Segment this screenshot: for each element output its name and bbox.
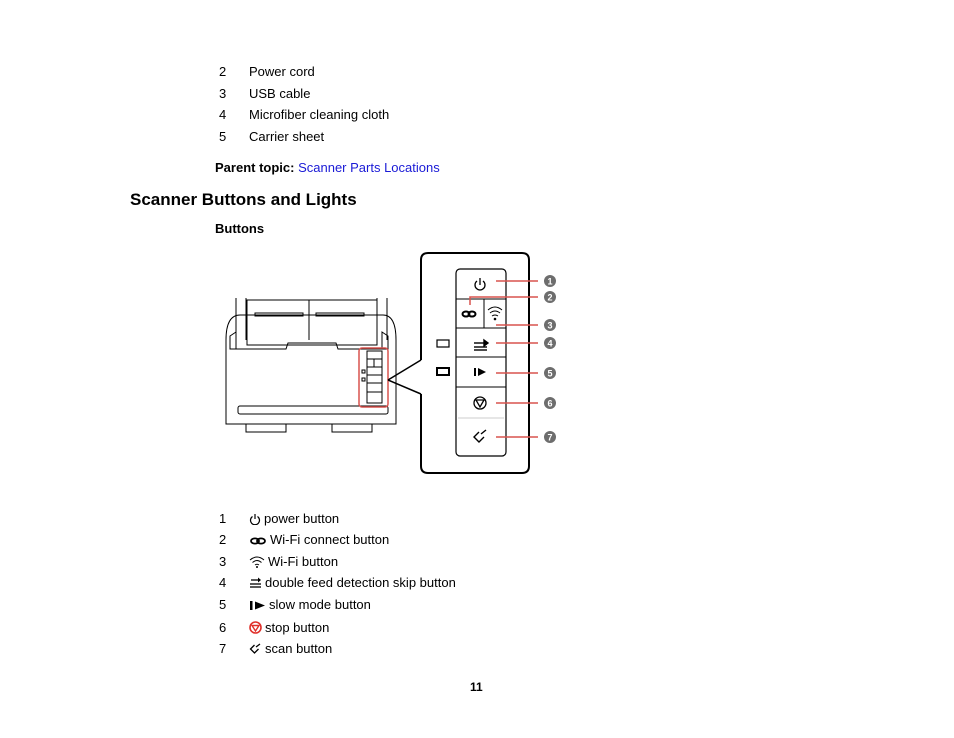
wifi-icon [249, 556, 265, 568]
double-feed-skip-icon [474, 338, 490, 351]
callout-1: 1 [544, 275, 556, 287]
callout-5: 5 [544, 367, 556, 379]
item-number: 3 [219, 554, 227, 569]
callout-4: 4 [544, 337, 556, 349]
item-label: slow mode button [269, 597, 371, 612]
svg-text:4: 4 [547, 339, 552, 349]
callout-2: 2 [544, 291, 556, 303]
wifi-connect-icon [461, 310, 477, 318]
item-number: 6 [219, 620, 227, 635]
scanner-illustration [225, 298, 422, 433]
page-number: 11 [470, 680, 483, 694]
slow-mode-icon [474, 368, 486, 376]
item-label: power button [264, 511, 340, 526]
item-label: Wi-Fi button [268, 554, 339, 569]
svg-text:7: 7 [547, 433, 552, 443]
slow-mode-icon [250, 601, 265, 610]
power-icon [474, 278, 486, 291]
svg-text:6: 6 [547, 399, 552, 409]
stop-icon [473, 396, 487, 410]
svg-text:2: 2 [547, 293, 552, 303]
callout-7: 7 [544, 431, 556, 443]
double-feed-skip-icon [250, 577, 261, 588]
power-icon [249, 514, 261, 525]
item-number: 2 [219, 532, 227, 547]
item-number: 1 [219, 511, 227, 526]
control-panel-enlarged: 1 2 3 4 5 6 7 [420, 252, 556, 474]
led-light [436, 339, 450, 348]
item-number: 4 [219, 575, 227, 590]
wifi-connect-icon [250, 537, 266, 545]
callout-badges: 1 2 3 4 5 6 7 [544, 275, 556, 443]
svg-text:5: 5 [547, 369, 552, 379]
item-label: Wi-Fi connect button [270, 532, 390, 547]
item-label: scan button [265, 641, 333, 656]
svg-text:3: 3 [547, 321, 552, 331]
callout-3: 3 [544, 319, 556, 331]
led-light [436, 367, 450, 376]
callout-lines [469, 280, 538, 438]
scan-icon [473, 429, 487, 443]
stop-icon [249, 621, 262, 634]
callout-6: 6 [544, 397, 556, 409]
wifi-icon [487, 306, 503, 321]
scanner-buttons-figure: 1 2 3 4 5 6 7 [225, 252, 556, 474]
scan-icon [249, 643, 261, 654]
svg-text:1: 1 [547, 277, 552, 287]
item-label: stop button [265, 620, 330, 635]
item-label: double feed detection skip button [265, 575, 456, 590]
item-number: 5 [219, 597, 227, 612]
item-number: 7 [219, 641, 227, 656]
